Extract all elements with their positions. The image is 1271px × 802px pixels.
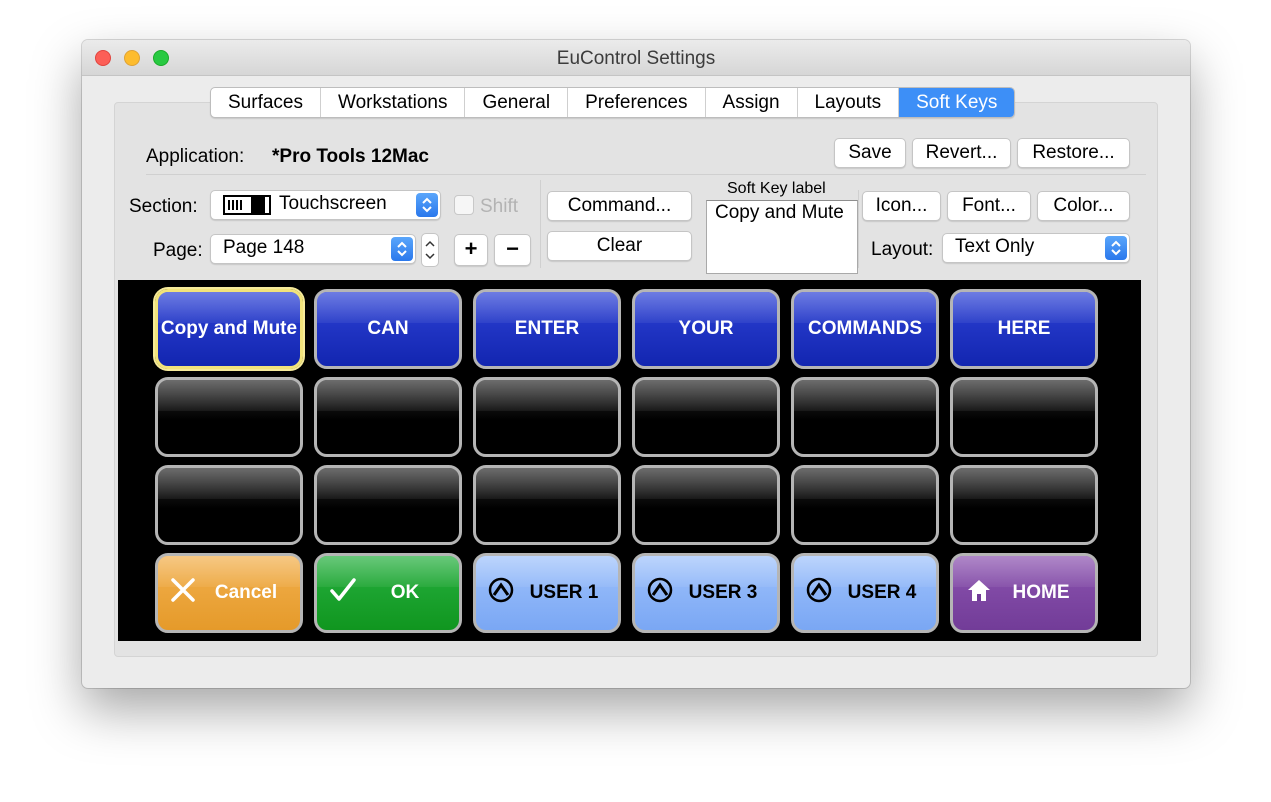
soft-key-1[interactable]: Copy and Mute [155, 289, 303, 369]
updown-chevron-icon [416, 193, 438, 217]
ok-key[interactable]: OK [314, 553, 462, 633]
cancel-key[interactable]: Cancel [155, 553, 303, 633]
soft-key-2[interactable]: CAN [314, 289, 462, 369]
title-bar: EuControl Settings [82, 40, 1190, 76]
tab-bar: Surfaces Workstations General Preference… [210, 87, 1016, 118]
touchscreen-icon [223, 195, 271, 215]
window-title: EuControl Settings [556, 48, 716, 69]
page-label: Page: [153, 240, 203, 261]
revert-button[interactable]: Revert... [912, 138, 1011, 168]
tab-soft-keys[interactable]: Soft Keys [899, 88, 1015, 117]
soft-key-empty[interactable] [155, 377, 303, 457]
soft-key-text: HOME [1012, 582, 1070, 603]
divider [858, 190, 859, 268]
user-icon [488, 577, 514, 609]
icon-button[interactable]: Icon... [862, 191, 941, 221]
soft-key-text: HERE [997, 318, 1051, 339]
soft-key-empty[interactable] [791, 465, 939, 545]
restore-button[interactable]: Restore... [1017, 138, 1130, 168]
soft-key-text: CAN [367, 318, 409, 339]
x-icon [170, 577, 196, 609]
application-label: Application: [146, 146, 245, 167]
soft-key-empty[interactable] [473, 377, 621, 457]
soft-key-empty[interactable] [314, 465, 462, 545]
divider [540, 180, 541, 268]
section-select[interactable]: Touchscreen [210, 190, 441, 220]
soft-key-label-value: Copy and Mute [715, 202, 844, 223]
soft-key-text: USER 4 [847, 582, 917, 603]
font-button[interactable]: Font... [947, 191, 1031, 221]
shift-checkbox[interactable] [454, 195, 474, 215]
soft-key-empty[interactable] [791, 377, 939, 457]
tab-preferences[interactable]: Preferences [568, 88, 706, 117]
application-name: *Pro Tools 12Mac [272, 146, 429, 167]
user-1-key[interactable]: USER 1 [473, 553, 621, 633]
updown-chevron-icon [391, 237, 413, 261]
soft-key-6[interactable]: HERE [950, 289, 1098, 369]
user-icon [647, 577, 673, 609]
soft-key-grid: Copy and Mute CAN ENTER YOUR COMMANDS HE… [118, 280, 1141, 641]
home-key[interactable]: HOME [950, 553, 1098, 633]
soft-key-4[interactable]: YOUR [632, 289, 780, 369]
color-button[interactable]: Color... [1037, 191, 1130, 221]
page-stepper[interactable] [421, 233, 439, 267]
user-icon [806, 577, 832, 609]
page-value: Page 148 [223, 237, 305, 258]
soft-key-text: COMMANDS [808, 318, 922, 339]
tab-general[interactable]: General [465, 88, 569, 117]
save-button[interactable]: Save [834, 138, 906, 168]
soft-key-empty[interactable] [155, 465, 303, 545]
soft-key-3[interactable]: ENTER [473, 289, 621, 369]
command-button[interactable]: Command... [547, 191, 692, 221]
soft-key-text: OK [390, 582, 420, 603]
soft-key-text: Copy and Mute [160, 318, 298, 339]
section-label: Section: [129, 196, 198, 217]
updown-chevron-icon [1105, 236, 1127, 260]
layout-label: Layout: [871, 239, 934, 260]
soft-key-empty[interactable] [473, 465, 621, 545]
tab-layouts[interactable]: Layouts [798, 88, 900, 117]
user-3-key[interactable]: USER 3 [632, 553, 780, 633]
soft-key-empty[interactable] [950, 377, 1098, 457]
soft-key-empty[interactable] [314, 377, 462, 457]
soft-key-5[interactable]: COMMANDS [791, 289, 939, 369]
tab-assign[interactable]: Assign [706, 88, 798, 117]
add-page-button[interactable]: + [454, 234, 488, 266]
section-value: Touchscreen [279, 193, 387, 214]
user-4-key[interactable]: USER 4 [791, 553, 939, 633]
soft-key-empty[interactable] [950, 465, 1098, 545]
soft-key-text: USER 3 [688, 582, 758, 603]
clear-button[interactable]: Clear [547, 231, 692, 261]
home-icon [965, 577, 993, 609]
remove-page-button[interactable]: − [494, 234, 531, 266]
divider [146, 174, 1146, 175]
layout-value: Text Only [955, 236, 1035, 257]
tab-surfaces[interactable]: Surfaces [211, 88, 321, 117]
shift-label: Shift [480, 196, 519, 217]
soft-key-text: Cancel [214, 582, 278, 603]
soft-key-text: ENTER [514, 318, 580, 339]
soft-key-empty[interactable] [632, 465, 780, 545]
checkmark-icon [329, 577, 357, 609]
tab-workstations[interactable]: Workstations [321, 88, 466, 117]
soft-key-label-heading: Soft Key label [727, 180, 826, 197]
soft-key-empty[interactable] [632, 377, 780, 457]
soft-key-text: YOUR [678, 318, 734, 339]
soft-key-text: USER 1 [529, 582, 599, 603]
page-select[interactable]: Page 148 [210, 234, 416, 264]
layout-select[interactable]: Text Only [942, 233, 1130, 263]
soft-key-label-field[interactable]: Copy and Mute [706, 200, 858, 274]
